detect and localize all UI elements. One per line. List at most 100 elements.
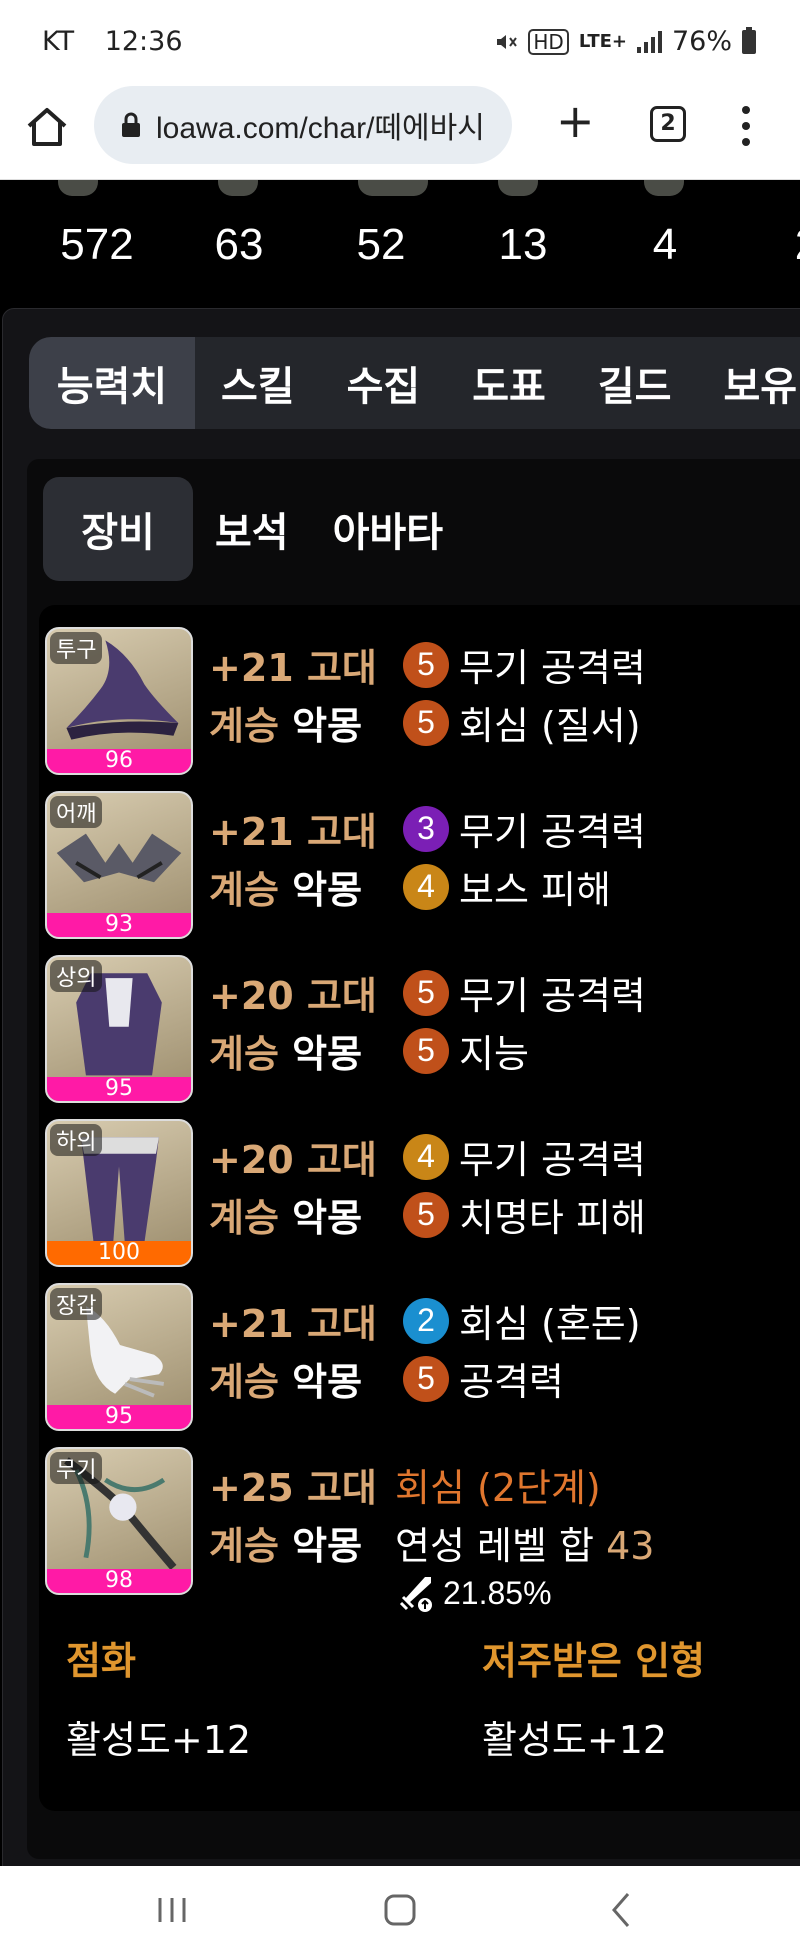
- battery-icon: [742, 26, 756, 54]
- engraving: 5 무기 공격력: [403, 637, 646, 692]
- equipment-row[interactable]: 상의 95 +20 고대 계승 악몽 5 무기 공격력 5 지능: [45, 955, 800, 1105]
- sub-tab-bar: 장비 보석 아바타: [43, 477, 465, 581]
- stat-value: 13: [498, 220, 548, 269]
- mute-icon: [497, 34, 518, 49]
- engraving-name: 무기 공격력: [459, 646, 646, 690]
- clock: 12:36: [104, 26, 183, 57]
- tab-charts[interactable]: 도표: [446, 337, 572, 429]
- home-nav-icon[interactable]: [378, 1888, 422, 1932]
- status-bar: KT 12:36 HD LTE+ 76%: [0, 0, 800, 84]
- slot-label: 무기: [50, 1452, 103, 1484]
- url-text: loawa.com/char/떼에바시: [156, 112, 485, 145]
- tab-guild[interactable]: 길드: [572, 337, 698, 429]
- lte-icon: LTE+: [578, 31, 627, 52]
- engraving-level: 5: [403, 1191, 449, 1238]
- set-label: 계승: [209, 704, 279, 748]
- browser-toolbar: loawa.com/char/떼에바시 + 2: [0, 84, 800, 180]
- stat-value: 52: [356, 220, 406, 269]
- slot-label: 어깨: [50, 796, 103, 828]
- equipment-row[interactable]: 투구 96 +21 고대 계승 악몽 5 무기 공격력 5 회심 (질서): [45, 627, 800, 777]
- equipment-row[interactable]: 하의 100 +20 고대 계승 악몽 4 무기 공격력 5 치명타 피해: [45, 1119, 800, 1269]
- equipment-thumb: 투구 96: [45, 627, 193, 775]
- engraving-name: 회심 (혼돈): [459, 1302, 641, 1346]
- tab-stats[interactable]: 능력치: [29, 337, 195, 429]
- engraving-name: 보스 피해: [459, 868, 611, 912]
- tab-skills[interactable]: 스킬: [195, 337, 321, 429]
- set-value: 악몽: [292, 1360, 363, 1404]
- set-label: 계승: [209, 868, 279, 912]
- tab-gems[interactable]: 보석: [193, 477, 311, 581]
- equipment-thumb: 무기 98: [45, 1447, 193, 1595]
- engraving-name: 지능: [459, 1032, 529, 1076]
- transcend-label: 연성 레벨 합: [395, 1524, 594, 1568]
- engraving-level: 4: [403, 863, 449, 910]
- item-level: +25 고대: [209, 1466, 377, 1510]
- engraving: 3 무기 공격력: [403, 801, 646, 856]
- weapon-row[interactable]: 무기 98 +25 고대 계승 악몽 회심 (2단계) 연성 레벨 합 43 2…: [45, 1447, 800, 1627]
- tab-switcher-button[interactable]: 2: [650, 106, 686, 142]
- quality-bar: 95: [47, 1405, 191, 1429]
- engraving: 5 공격력: [403, 1351, 564, 1406]
- weapon-percent: 21.85%: [443, 1574, 552, 1611]
- item-level: +21 고대: [209, 646, 377, 690]
- engraving: 5 치명타 피해: [403, 1187, 646, 1242]
- system-nav-bar: [0, 1866, 800, 1956]
- engraving: 5 지능: [403, 1023, 529, 1078]
- engraving-level: 5: [403, 1027, 449, 1074]
- stat-icon: [644, 180, 684, 196]
- equipment-thumb: 하의 100: [45, 1119, 193, 1267]
- item-level: +20 고대: [209, 974, 377, 1018]
- equipment-thumb: 어깨 93: [45, 791, 193, 939]
- carrier: KT: [42, 26, 75, 57]
- special-effect: 저주받은 인형 활성도+12: [482, 1630, 705, 1764]
- set-value: 악몽: [292, 1524, 363, 1568]
- equipment-row[interactable]: 장갑 95 +21 고대 계승 악몽 2 회심 (혼돈) 5 공격력: [45, 1283, 800, 1433]
- address-bar[interactable]: loawa.com/char/떼에바시: [94, 86, 512, 164]
- equipment-thumb: 장갑 95: [45, 1283, 193, 1431]
- engraving-level: 5: [403, 641, 449, 688]
- effect-value: 활성도+12: [482, 1718, 668, 1762]
- engraving-name: 회심 (질서): [459, 704, 641, 748]
- set-value: 악몽: [292, 704, 363, 748]
- engraving-level: 2: [403, 1297, 449, 1344]
- set-value: 악몽: [292, 868, 363, 912]
- weapon-effect: 회심 (2단계): [395, 1466, 601, 1510]
- engraving: 4 무기 공격력: [403, 1129, 646, 1184]
- slot-label: 하의: [50, 1124, 103, 1156]
- tab-collection[interactable]: 수집: [321, 337, 447, 429]
- tab-avatar[interactable]: 아바타: [311, 477, 465, 581]
- engraving: 5 무기 공격력: [403, 965, 646, 1020]
- home-icon[interactable]: [24, 104, 70, 150]
- quality-bar: 98: [47, 1569, 191, 1593]
- more-menu-icon[interactable]: [740, 106, 752, 146]
- engraving-name: 치명타 피해: [459, 1196, 646, 1240]
- slot-label: 장갑: [50, 1288, 103, 1320]
- quality-bar: 100: [47, 1241, 191, 1265]
- sword-up-icon: [399, 1577, 432, 1612]
- equipment-row[interactable]: 어깨 93 +21 고대 계승 악몽 3 무기 공격력 4 보스 피해: [45, 791, 800, 941]
- engraving-name: 무기 공격력: [459, 1138, 646, 1182]
- main-tab-bar: 능력치 스킬 수집 도표 길드 보유: [29, 337, 800, 429]
- battery-percent: 76%: [671, 26, 732, 57]
- engraving: 2 회심 (혼돈): [403, 1293, 641, 1348]
- engraving-name: 무기 공격력: [459, 974, 646, 1018]
- quality-bar: 95: [47, 1077, 191, 1101]
- effect-value: 활성도+12: [66, 1718, 252, 1762]
- stat-value: 63: [214, 220, 264, 269]
- slot-label: 투구: [50, 632, 103, 664]
- set-effect: 계승 악몽: [209, 1187, 362, 1242]
- tab-owned[interactable]: 보유: [697, 337, 800, 429]
- stat-icon: [218, 180, 258, 196]
- stat-value: 2: [747, 220, 800, 270]
- engraving-name: 무기 공격력: [459, 810, 646, 854]
- tab-equipment[interactable]: 장비: [43, 477, 193, 581]
- weapon-damage-bonus: 21.85%: [395, 1573, 552, 1613]
- back-icon[interactable]: [604, 1888, 640, 1932]
- recents-icon[interactable]: [154, 1888, 190, 1932]
- set-effect: 계승 악몽: [209, 1515, 362, 1570]
- new-tab-button[interactable]: +: [556, 98, 595, 144]
- item-level: +21 고대: [209, 810, 377, 854]
- hd-icon: HD: [528, 28, 569, 55]
- set-label: 계승: [209, 1032, 279, 1076]
- engraving-level: 5: [403, 1355, 449, 1402]
